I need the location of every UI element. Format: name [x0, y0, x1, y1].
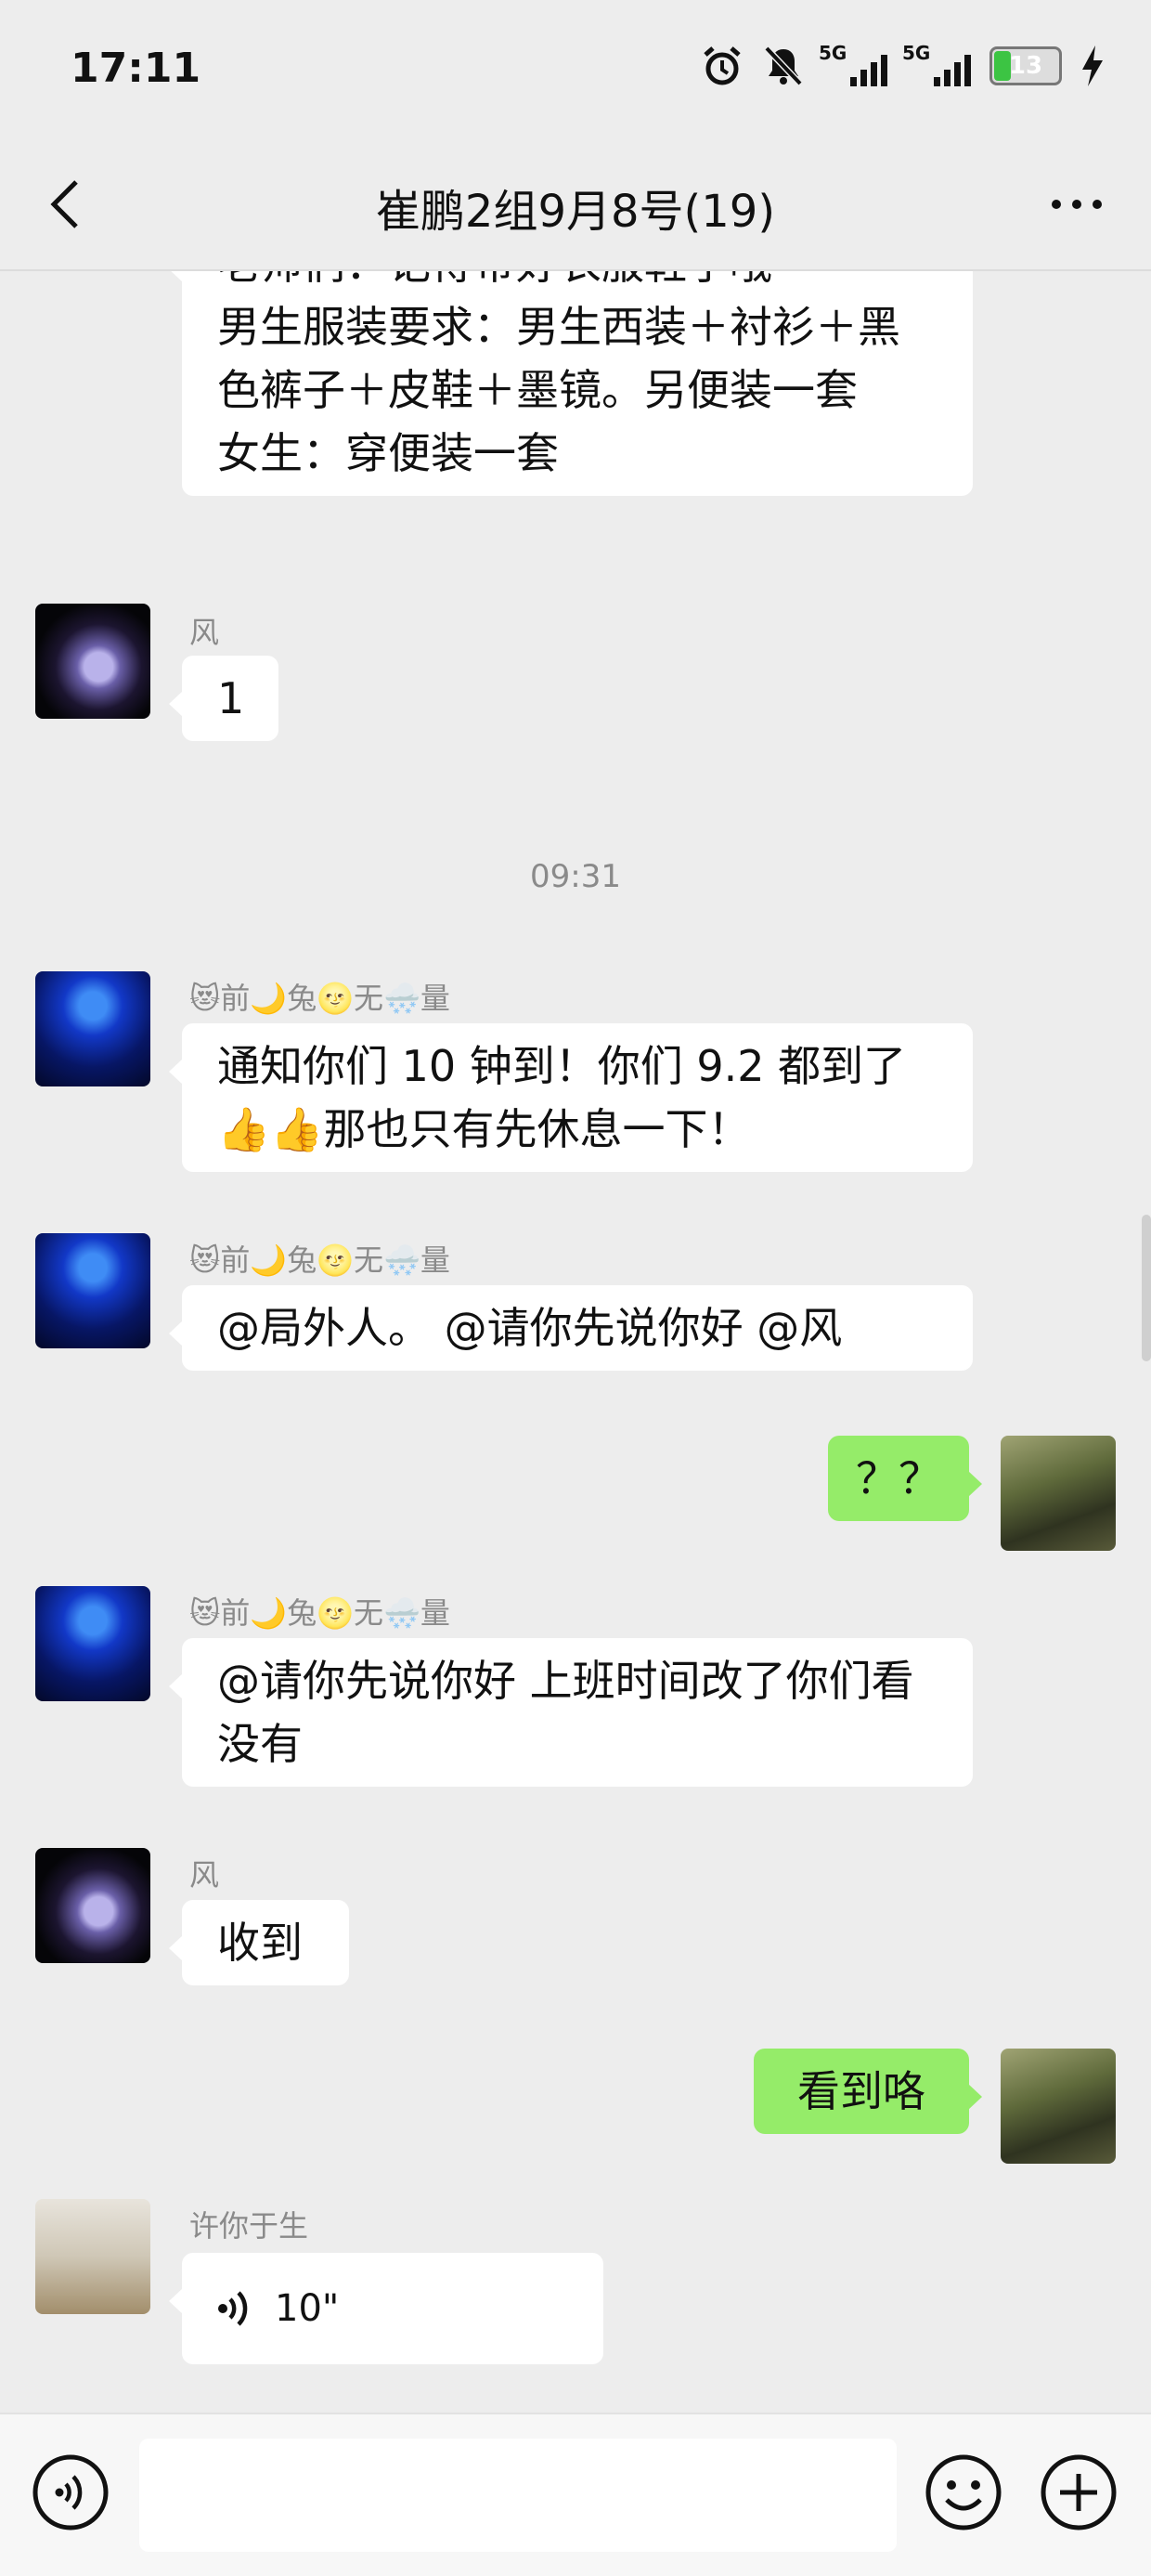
battery-icon: 13: [989, 46, 1062, 85]
sender-name: 风: [189, 1857, 220, 1893]
avatar[interactable]: [35, 2199, 150, 2314]
plus-button[interactable]: [1040, 2453, 1118, 2535]
signal-5g-1-icon: 5G: [819, 42, 887, 86]
status-bar: 17:11 5G 5G 13: [0, 0, 1151, 139]
voice-wave-icon: [218, 2291, 248, 2326]
message-timestamp: 09:31: [530, 858, 621, 895]
voice-mode-icon: [32, 2454, 109, 2530]
message-bubble-self[interactable]: 看到咯: [754, 2049, 982, 2134]
more-horizontal-icon: [1052, 200, 1102, 209]
message-bubble[interactable]: @局外人。 @请你先说你好 @风: [169, 1285, 973, 1371]
charging-icon: [1082, 46, 1103, 86]
message-bubble[interactable]: 通知你们 10 钟到！你们 9.2 都到了👍👍那也只有先休息一下！: [169, 1023, 973, 1172]
plus-icon: [1041, 2454, 1117, 2530]
avatar[interactable]: [35, 1233, 150, 1348]
voice-mode-button[interactable]: [32, 2453, 110, 2535]
voice-duration: 10": [275, 2287, 340, 2330]
alarm-icon: [704, 46, 741, 85]
sender-name: 风: [189, 615, 220, 650]
scrollbar[interactable]: [1142, 1215, 1151, 1361]
message-bubble-self[interactable]: ？？: [828, 1436, 982, 1521]
sender-name: 许你于生: [189, 2208, 309, 2244]
message-bubble[interactable]: 1: [169, 656, 278, 741]
avatar-self[interactable]: [1001, 2049, 1116, 2164]
sender-name: 😻前🌙兔🌝无🌨️量: [189, 1242, 450, 1278]
sender-name: 😻前🌙兔🌝无🌨️量: [189, 1595, 450, 1631]
message-bubble[interactable]: 老师们：记得带好衣服鞋子哦 男生服装要求：男生西装＋衬衫＋黑色裤子＋皮鞋＋墨镜。…: [169, 271, 973, 496]
avatar[interactable]: [35, 604, 150, 719]
avatar-self[interactable]: [1001, 1436, 1116, 1551]
voice-message: 10": [217, 2277, 339, 2340]
avatar[interactable]: [35, 1586, 150, 1701]
chat-title: 崔鹏2组9月8号(19): [375, 186, 776, 238]
avatar[interactable]: [35, 971, 150, 1086]
more-button[interactable]: [1040, 167, 1114, 241]
message-input[interactable]: [139, 2439, 897, 2552]
emoji-icon: [925, 2454, 1002, 2530]
message-bubble[interactable]: @请你先说你好 上班时间改了你们看没有: [169, 1638, 973, 1787]
bell-muted-icon: [764, 46, 803, 86]
message-bubble[interactable]: 收到: [169, 1900, 349, 1985]
voice-message-bubble[interactable]: 10": [169, 2253, 603, 2364]
signal-5g-2-icon: 5G: [902, 42, 971, 86]
chat-header: 崔鹏2组9月8号(19): [0, 139, 1151, 271]
message-list[interactable]: 老师们：记得带好衣服鞋子哦 男生服装要求：男生西装＋衬衫＋黑色裤子＋皮鞋＋墨镜。…: [0, 271, 1151, 2413]
sender-name: 😻前🌙兔🌝无🌨️量: [189, 981, 450, 1016]
avatar[interactable]: [35, 1848, 150, 1963]
emoji-button[interactable]: [925, 2453, 1002, 2535]
status-icons: 5G 5G 13: [700, 41, 1105, 91]
input-bar: [0, 2413, 1151, 2576]
status-time: 17:11: [71, 45, 201, 92]
